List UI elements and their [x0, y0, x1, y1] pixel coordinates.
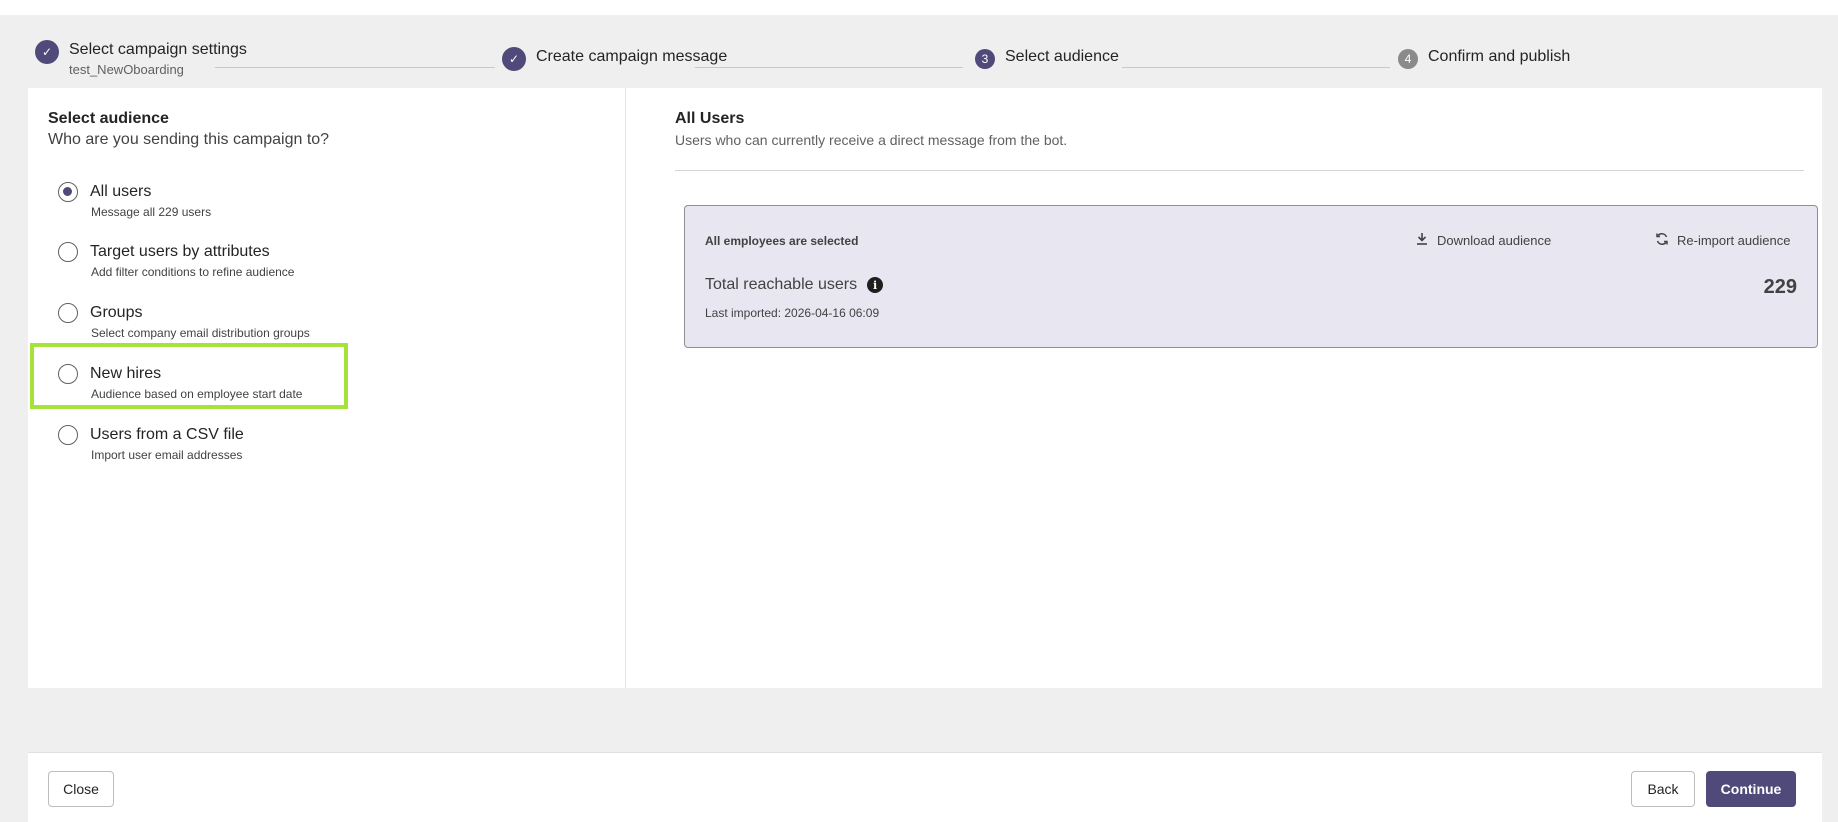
option-desc: Select company email distribution groups: [91, 326, 310, 340]
app-background: ✓ Select campaign settings test_NewOboar…: [0, 15, 1838, 822]
highlight-box: [30, 343, 348, 409]
total-reachable-row: Total reachable users i: [705, 276, 884, 294]
selection-status: All employees are selected: [705, 234, 859, 248]
option-all-users[interactable]: All users Message all 229 users: [58, 180, 358, 230]
option-desc: Import user email addresses: [91, 448, 243, 462]
audience-summary-card: All employees are selected Download audi…: [684, 205, 1818, 348]
last-imported: Last imported: 2026-04-16 06:09: [705, 306, 880, 320]
option-target-attributes[interactable]: Target users by attributes Add filter co…: [58, 240, 358, 290]
step-label: Confirm and publish: [1428, 48, 1571, 65]
section-question: Who are you sending this campaign to?: [48, 131, 330, 148]
check-icon: ✓: [502, 47, 526, 71]
option-label: Target users by attributes: [90, 243, 270, 260]
reimport-label: Re-import audience: [1677, 233, 1791, 248]
details-title: All Users: [675, 110, 745, 127]
option-desc: Message all 229 users: [91, 205, 212, 219]
back-button[interactable]: Back: [1631, 771, 1695, 807]
audience-details: All Users Users who can currently receiv…: [627, 88, 1822, 688]
total-count: 229: [1763, 276, 1797, 298]
divider: [675, 170, 1804, 171]
section-title: Select audience: [48, 110, 169, 127]
step-connector: [695, 67, 963, 68]
step-number: 4: [1398, 49, 1418, 69]
main-panel: Select audience Who are you sending this…: [28, 88, 1822, 688]
radio-target-attributes[interactable]: [58, 242, 78, 262]
step-label: Select audience: [1005, 48, 1119, 65]
refresh-icon: [1655, 232, 1669, 249]
details-description: Users who can currently receive a direct…: [675, 132, 1068, 148]
step-connector: [1122, 67, 1390, 68]
campaign-name: test_NewOboarding: [69, 62, 184, 77]
reimport-audience-button[interactable]: Re-import audience: [1655, 232, 1790, 249]
option-desc: Add filter conditions to refine audience: [91, 265, 295, 279]
radio-groups[interactable]: [58, 303, 78, 323]
step-label: Create campaign message: [536, 48, 728, 65]
close-button[interactable]: Close: [48, 771, 114, 807]
download-label: Download audience: [1437, 233, 1552, 248]
step-campaign-settings[interactable]: ✓ Select campaign settings test_NewOboar…: [35, 40, 247, 77]
radio-csv-file[interactable]: [58, 425, 78, 445]
radio-all-users[interactable]: [58, 182, 78, 202]
step-label: Select campaign settings: [69, 41, 247, 58]
option-label: Groups: [90, 304, 143, 321]
option-label: All users: [90, 183, 152, 200]
total-label: Total reachable users: [705, 276, 858, 293]
info-icon[interactable]: i: [867, 277, 884, 293]
step-connector: [215, 67, 495, 68]
audience-selector: Select audience Who are you sending this…: [28, 88, 626, 688]
download-audience-button[interactable]: Download audience: [1415, 232, 1551, 249]
wizard-stepper: ✓ Select campaign settings test_NewOboar…: [35, 40, 1815, 90]
check-icon: ✓: [35, 40, 59, 64]
step-confirm-publish[interactable]: 4 Confirm and publish: [1398, 47, 1570, 69]
option-csv-file[interactable]: Users from a CSV file Import user email …: [58, 423, 358, 473]
step-select-audience[interactable]: 3 Select audience: [975, 47, 1119, 69]
download-icon: [1415, 232, 1429, 249]
step-number: 3: [975, 49, 995, 69]
footer-bar: Close Back Continue: [28, 752, 1822, 822]
step-campaign-message[interactable]: ✓ Create campaign message: [502, 47, 727, 71]
continue-button[interactable]: Continue: [1706, 771, 1796, 807]
option-label: Users from a CSV file: [90, 426, 244, 443]
